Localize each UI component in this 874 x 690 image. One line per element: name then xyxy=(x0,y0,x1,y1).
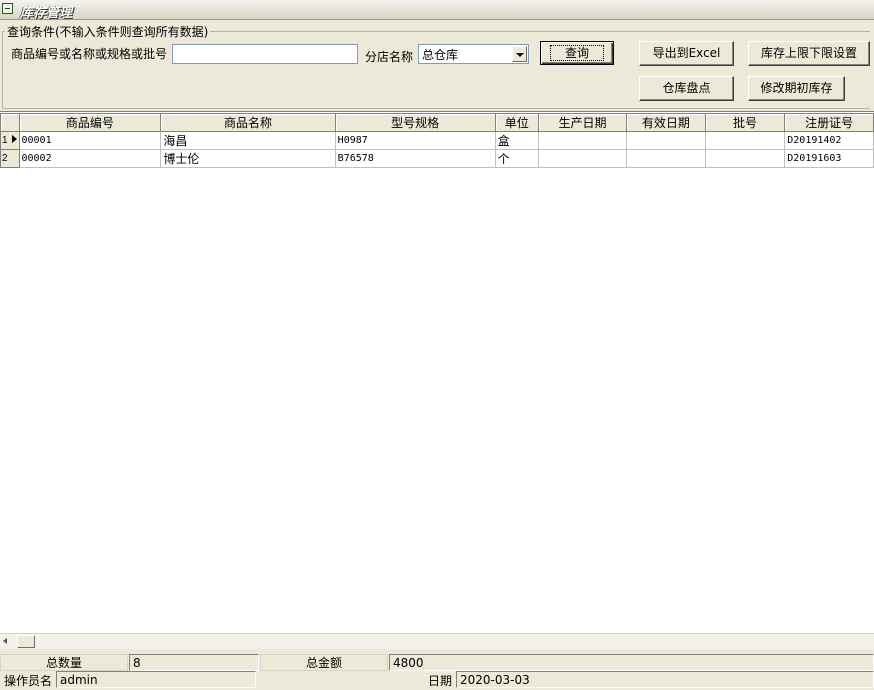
total-qty-value: 8 xyxy=(129,654,259,671)
inventory-grid[interactable]: 商品编号 商品名称 型号规格 单位 生产日期 有效日期 批号 注册证号 1 00… xyxy=(0,111,874,649)
export-excel-button[interactable]: 导出到Excel xyxy=(639,41,734,66)
cell-code[interactable]: 00001 xyxy=(18,131,162,150)
col-header-name[interactable]: 商品名称 xyxy=(160,113,336,132)
col-header-spec[interactable]: 型号规格 xyxy=(334,113,496,132)
chevron-down-icon[interactable] xyxy=(512,46,527,62)
total-amount-value: 4800 xyxy=(389,654,874,671)
col-header-batch[interactable]: 批号 xyxy=(704,113,786,132)
scroll-left-icon[interactable] xyxy=(3,638,7,644)
row-header[interactable]: 1 xyxy=(0,131,20,150)
scroll-thumb[interactable] xyxy=(17,635,35,648)
row-pointer-icon xyxy=(11,135,17,143)
stock-limit-button[interactable]: 库存上限下限设置 xyxy=(748,41,870,66)
row-header[interactable]: 2 xyxy=(0,149,20,168)
stocktake-button[interactable]: 仓库盘点 xyxy=(639,76,734,101)
col-header-unit[interactable]: 单位 xyxy=(494,113,539,132)
query-group: 查询条件(不输入条件则查询所有数据) xyxy=(2,23,870,109)
cell-reg-no[interactable]: D20191402 xyxy=(784,131,874,150)
search-button-label: 查询 xyxy=(549,45,605,61)
summary-row: 总数量 8 总金额 4800 xyxy=(0,653,874,672)
operator-label: 操作员名 xyxy=(4,674,53,688)
header-row: 商品编号 商品名称 型号规格 单位 生产日期 有效日期 批号 注册证号 xyxy=(0,113,874,132)
cell-unit[interactable]: 个 xyxy=(494,149,539,168)
cell-spec[interactable]: B76578 xyxy=(334,149,496,168)
branch-selected-value: 总仓库 xyxy=(422,48,459,62)
search-button[interactable]: 查询 xyxy=(540,41,614,65)
col-header-code[interactable]: 商品编号 xyxy=(18,113,162,132)
operator-row: 操作员名 admin 日期 2020-03-03 xyxy=(0,671,874,690)
cell-name[interactable]: 海昌 xyxy=(160,131,336,150)
total-qty-label: 总数量 xyxy=(0,654,128,671)
date-label: 日期 xyxy=(428,674,453,688)
row-number: 1 xyxy=(2,135,8,146)
cell-unit[interactable]: 盒 xyxy=(494,131,539,150)
corner-header xyxy=(0,113,20,132)
keyword-input[interactable] xyxy=(172,44,358,64)
col-header-reg-no[interactable]: 注册证号 xyxy=(784,113,874,132)
branch-label: 分店名称 xyxy=(365,50,414,64)
date-value: 2020-03-03 xyxy=(456,671,874,688)
cell-mfg-date[interactable] xyxy=(537,149,628,168)
query-legend: 查询条件(不输入条件则查询所有数据) xyxy=(7,25,209,39)
table-row[interactable]: 1 00001 海昌 H0987 盒 D20191402 xyxy=(0,131,874,150)
keyword-label: 商品编号或名称或规格或批号 xyxy=(11,47,168,61)
cell-reg-no[interactable]: D20191603 xyxy=(784,149,874,168)
row-number: 2 xyxy=(2,153,8,164)
window-title: 库存管理 xyxy=(20,6,73,21)
cell-code[interactable]: 00002 xyxy=(18,149,162,168)
collapse-icon[interactable] xyxy=(2,3,13,14)
cell-batch[interactable] xyxy=(704,149,786,168)
branch-select[interactable]: 总仓库 xyxy=(418,44,529,64)
inventory-table: 商品编号 商品名称 型号规格 单位 生产日期 有效日期 批号 注册证号 1 00… xyxy=(0,113,874,168)
cell-batch[interactable] xyxy=(704,131,786,150)
horizontal-scrollbar[interactable] xyxy=(0,633,874,649)
title-bar: 库存管理 xyxy=(0,0,874,21)
total-amount-label: 总金额 xyxy=(260,654,388,671)
opening-stock-button[interactable]: 修改期初库存 xyxy=(748,76,845,101)
table-row[interactable]: 2 00002 博士伦 B76578 个 D20191603 xyxy=(0,149,874,168)
cell-spec[interactable]: H0987 xyxy=(334,131,496,150)
cell-mfg-date[interactable] xyxy=(537,131,628,150)
cell-expiry-date[interactable] xyxy=(626,149,706,168)
operator-value: admin xyxy=(56,671,256,688)
cell-name[interactable]: 博士伦 xyxy=(160,149,336,168)
col-header-mfg-date[interactable]: 生产日期 xyxy=(537,113,628,132)
cell-expiry-date[interactable] xyxy=(626,131,706,150)
col-header-expiry-date[interactable]: 有效日期 xyxy=(626,113,706,132)
